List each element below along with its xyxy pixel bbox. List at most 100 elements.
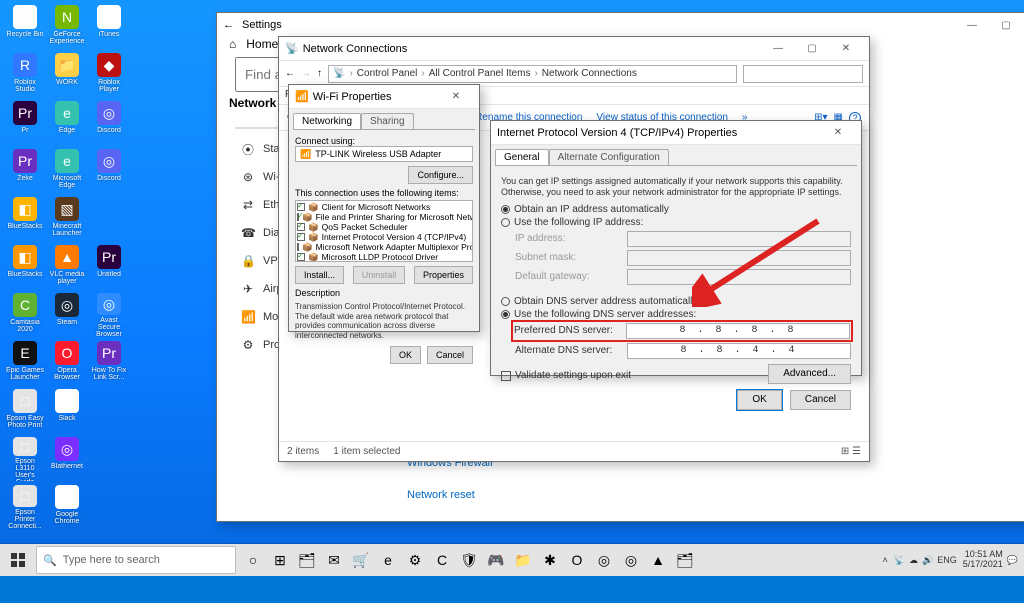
tray-chevron-icon[interactable]: ˄ (883, 555, 888, 565)
ok-button[interactable]: OK (390, 346, 421, 364)
taskbar-app[interactable]: ⊞ (267, 546, 293, 574)
desktop-icon[interactable]: EEpic Games Launcher (5, 341, 45, 385)
home-icon[interactable]: ⌂ (229, 37, 236, 51)
advanced-button[interactable]: Advanced... (768, 364, 851, 384)
tab-general[interactable]: General (495, 149, 549, 165)
link-network-reset[interactable]: Network reset (407, 479, 1024, 511)
desktop-icon[interactable]: 📁WORK (47, 53, 87, 97)
desktop-icon[interactable]: ◎Steam (47, 293, 87, 337)
radio-ip-auto[interactable]: Obtain an IP address automatically (501, 204, 851, 215)
maximize-icon[interactable]: ▢ (989, 14, 1023, 36)
properties-button[interactable]: Properties (414, 266, 473, 284)
network-item[interactable]: 📦Internet Protocol Version 4 (TCP/IPv4) (297, 232, 471, 242)
desktop-icon[interactable]: ◧BlueStacks (5, 245, 45, 289)
desktop-icon[interactable]: OOpera Browser (47, 341, 87, 385)
checkbox-icon[interactable] (297, 253, 305, 261)
desktop-icon[interactable]: ✱Slack (47, 389, 87, 433)
checkbox-icon[interactable] (297, 213, 299, 221)
radio-ip-manual[interactable]: Use the following IP address: (501, 217, 851, 228)
validate-checkbox[interactable]: Validate settings upon exit (501, 370, 631, 381)
desktop-icon[interactable]: ♫iTunes (89, 5, 129, 49)
minimize-icon[interactable]: — (955, 14, 989, 36)
start-button[interactable] (2, 544, 34, 576)
desktop-icon[interactable]: CCamtasia 2020 (5, 293, 45, 337)
desktop-icon[interactable]: ▲VLC media player (47, 245, 87, 289)
close-icon[interactable]: ✕ (821, 122, 855, 144)
taskbar-app[interactable]: 🛒 (348, 546, 374, 574)
desktop-icon[interactable]: ◎Blathernet (47, 437, 87, 481)
desktop-icon[interactable]: eMicrosoft Edge (47, 149, 87, 193)
install-button[interactable]: Install... (295, 266, 344, 284)
taskbar-app[interactable]: ◎ (591, 546, 617, 574)
maximize-icon[interactable]: ▢ (795, 38, 829, 60)
taskbar-app[interactable]: ✉ (321, 546, 347, 574)
notifications-icon[interactable]: 💬 (1007, 555, 1018, 566)
network-item[interactable]: 📦QoS Packet Scheduler (297, 222, 471, 232)
taskbar-app[interactable]: ○ (240, 546, 266, 574)
tab-alt-config[interactable]: Alternate Configuration (549, 149, 669, 165)
tray-icon[interactable]: ☁ (909, 555, 918, 565)
desktop-icon[interactable]: □Epson L3110 User's Guide (5, 437, 45, 481)
desktop-icon[interactable]: ◎Google Chrome (47, 485, 87, 529)
ok-button[interactable]: OK (737, 390, 781, 410)
radio-dns-manual[interactable]: Use the following DNS server addresses: (501, 309, 851, 320)
view-mode-icons[interactable]: ⊞ ☰ (841, 446, 861, 457)
network-item[interactable]: 📦Microsoft LLDP Protocol Driver (297, 252, 471, 262)
checkbox-icon[interactable] (297, 203, 305, 211)
taskbar-app[interactable]: 📁 (510, 546, 536, 574)
taskbar-app[interactable]: ✱ (537, 546, 563, 574)
taskbar-app[interactable]: O (564, 546, 590, 574)
taskbar-app[interactable]: ⚙ (402, 546, 428, 574)
tab-networking[interactable]: Networking (293, 113, 361, 129)
desktop-icon[interactable]: PrPr (5, 101, 45, 145)
uninstall-button[interactable]: Uninstall (353, 266, 406, 284)
cancel-button[interactable]: Cancel (790, 390, 851, 410)
clock[interactable]: 10:51 AM 5/17/2021 (963, 550, 1003, 570)
desktop-icon[interactable]: PrHow To Fix Link Scr... (89, 341, 129, 385)
taskbar-app[interactable]: ▲ (645, 546, 671, 574)
items-listbox[interactable]: 📦Client for Microsoft Networks📦File and … (295, 200, 473, 262)
close-icon[interactable]: ✕ (829, 38, 863, 60)
radio-dns-auto[interactable]: Obtain DNS server address automatically (501, 296, 851, 307)
desktop-icon[interactable] (89, 437, 129, 481)
tray-icon[interactable]: 📡 (894, 555, 905, 565)
taskbar-app[interactable]: ◎ (618, 546, 644, 574)
taskbar-app[interactable]: 🛡 (456, 546, 482, 574)
desktop-icon[interactable] (89, 389, 129, 433)
taskbar-app[interactable]: 🎮 (483, 546, 509, 574)
desktop-icon[interactable]: ▧Minecraft Launcher (47, 197, 87, 241)
checkbox-icon[interactable] (297, 223, 305, 231)
desktop-icon[interactable]: ◧BlueStacks (5, 197, 45, 241)
checkbox-icon[interactable] (297, 243, 299, 251)
taskbar-app[interactable]: e (375, 546, 401, 574)
tab-sharing[interactable]: Sharing (361, 113, 413, 129)
nav-up-icon[interactable]: ↑ (317, 68, 322, 79)
search-box[interactable] (743, 65, 863, 83)
desktop-icon[interactable]: □Epson Printer Connecti... (5, 485, 45, 529)
network-item[interactable]: 📦File and Printer Sharing for Microsoft … (297, 212, 471, 222)
desktop-icon[interactable]: NGeForce Experience (47, 5, 87, 49)
desktop-icon[interactable]: □Epson Easy Photo Print (5, 389, 45, 433)
nav-back-icon[interactable]: ← (285, 68, 295, 79)
preferred-dns-input[interactable]: 8 . 8 . 8 . 8 (626, 323, 850, 339)
taskbar-search[interactable]: 🔍Type here to search (36, 546, 236, 574)
nav-fwd-icon[interactable]: → (301, 68, 311, 79)
desktop-icon[interactable]: ◆Roblox Player (89, 53, 129, 97)
taskbar-app[interactable]: C (429, 546, 455, 574)
desktop-icon[interactable]: ◎Avast Secure Browser (89, 293, 129, 337)
breadcrumb[interactable]: 📡 › Control Panel › All Control Panel It… (328, 65, 737, 83)
taskbar-app[interactable]: 🗂 (294, 546, 320, 574)
network-item[interactable]: 📦Client for Microsoft Networks (297, 202, 471, 212)
desktop-icon[interactable]: ◎Discord (89, 101, 129, 145)
alternate-dns-input[interactable]: 8 . 8 . 4 . 4 (627, 343, 851, 359)
checkbox-icon[interactable] (297, 233, 305, 241)
desktop-icon[interactable]: eEdge (47, 101, 87, 145)
configure-button[interactable]: Configure... (408, 166, 473, 184)
desktop-icon[interactable]: PrZeke (5, 149, 45, 193)
nav-home[interactable]: Home (246, 37, 278, 51)
close-icon[interactable]: ✕ (439, 86, 473, 108)
cancel-button[interactable]: Cancel (427, 346, 473, 364)
tray-icon[interactable]: ENG (937, 555, 957, 565)
desktop-icon[interactable] (89, 197, 129, 241)
taskbar-app[interactable]: 🗂 (672, 546, 698, 574)
